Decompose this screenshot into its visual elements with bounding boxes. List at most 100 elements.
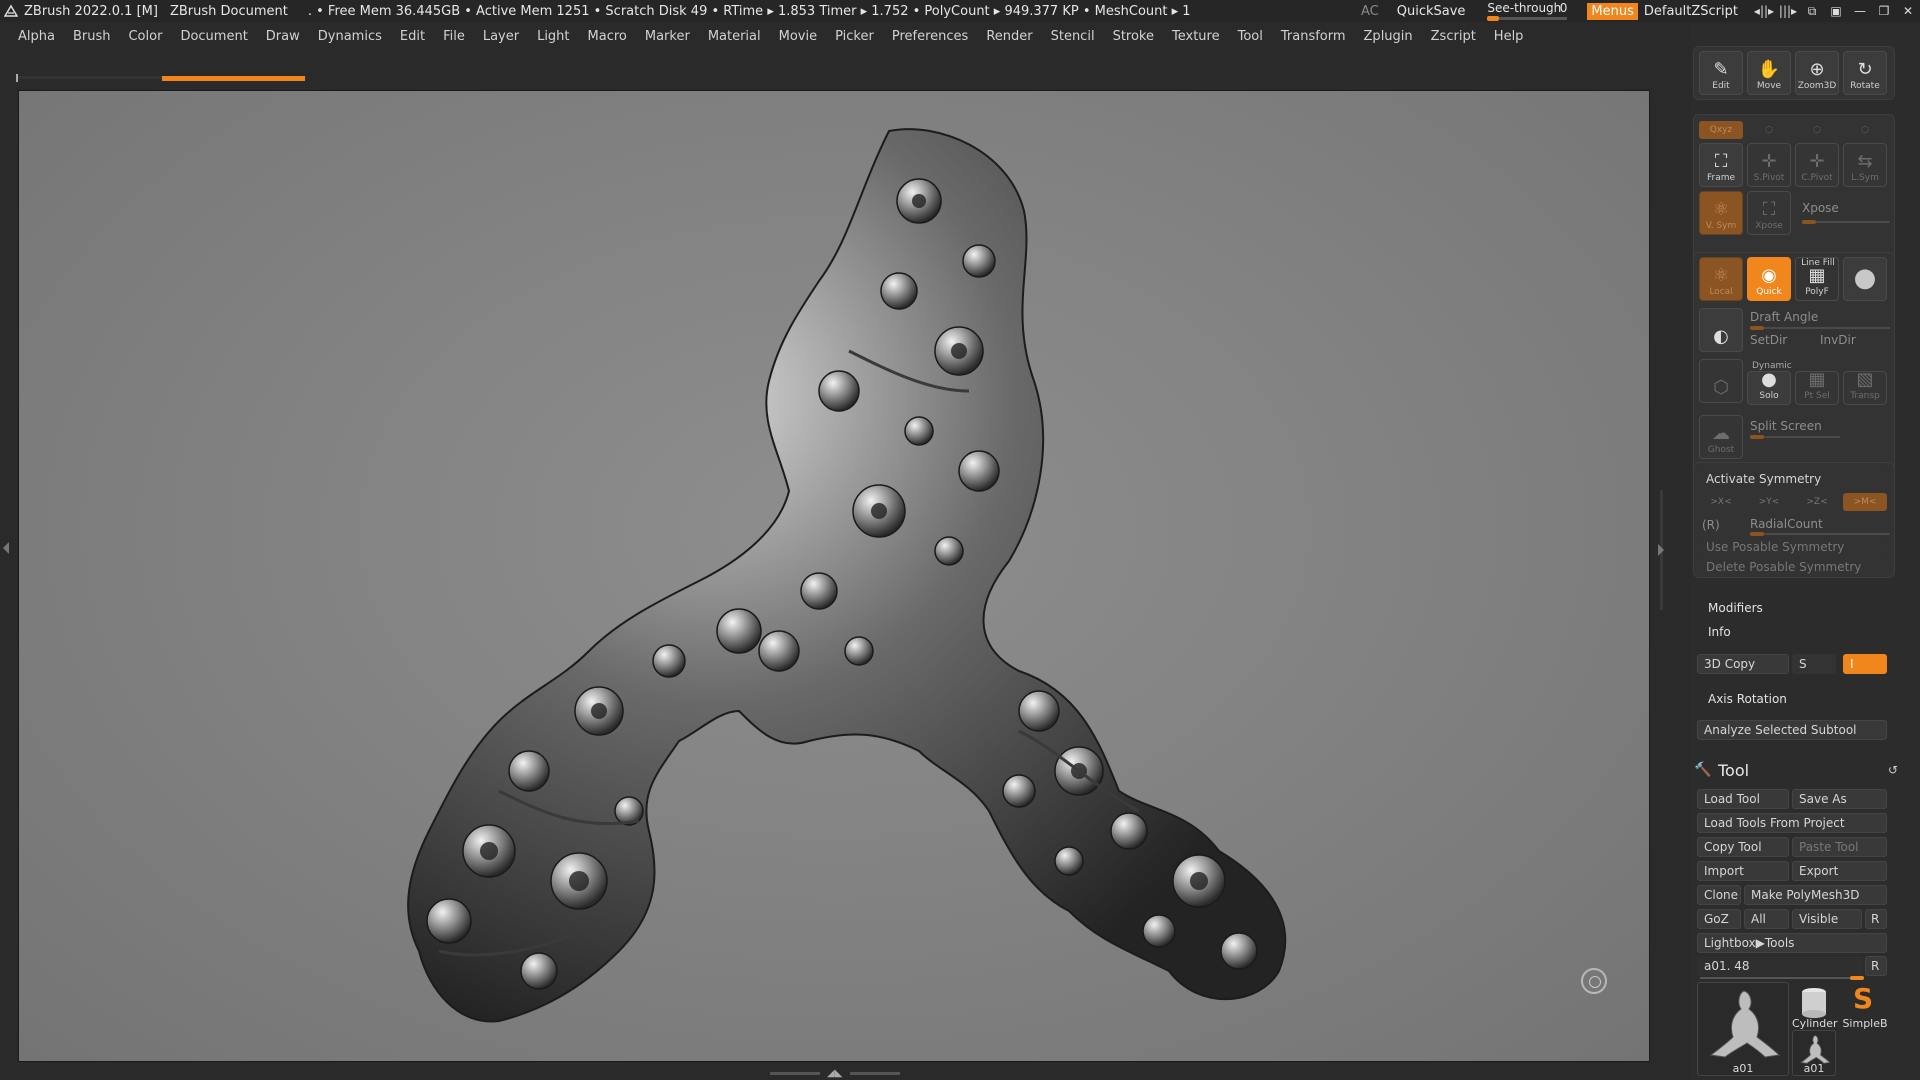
tool-thumb-a01-small[interactable]: a01 (1792, 1030, 1836, 1076)
menu-file[interactable]: File (443, 29, 465, 44)
tool-thumb-a01[interactable]: a01 (1697, 982, 1789, 1076)
xpose-slider-knob[interactable] (1802, 220, 1816, 224)
split-screen-slider[interactable] (1750, 435, 1840, 439)
backface-mask-button[interactable]: ◐ (1699, 308, 1743, 352)
goz-all-button[interactable]: All (1744, 909, 1789, 929)
axis-rotation-section[interactable]: Axis Rotation (1708, 692, 1787, 706)
draft-angle-knob[interactable] (1750, 326, 1764, 330)
menu-macro[interactable]: Macro (588, 29, 627, 44)
menu-tool[interactable]: Tool (1238, 29, 1263, 44)
menus-toggle-button[interactable]: Menus (1587, 2, 1638, 20)
ui-layout-alt-icon[interactable]: |||▸ (1776, 4, 1800, 19)
sym-z-toggle[interactable]: >Z< (1795, 493, 1839, 511)
tool-slider-knob[interactable] (1850, 976, 1864, 980)
left-tray-toggle[interactable] (0, 490, 10, 610)
minimize-icon[interactable]: — (1848, 4, 1872, 19)
tool-palette-header[interactable]: 🔨 Tool ↺ (1690, 757, 1920, 783)
use-posable-symmetry-button[interactable]: Use Posable Symmetry (1699, 537, 1889, 557)
quick-render-button[interactable]: ◉ Quick (1747, 257, 1791, 301)
zoom3d-button[interactable]: ⊕ Zoom3D (1795, 51, 1839, 95)
tool-slider-track[interactable] (1700, 976, 1864, 980)
sym-y-toggle[interactable]: >Y< (1747, 493, 1791, 511)
solo-button[interactable]: ● Solo (1747, 371, 1791, 405)
ghost-button[interactable]: ☁ Ghost (1699, 415, 1743, 459)
lightbox-tools-button[interactable]: Lightbox▶Tools (1697, 933, 1887, 953)
menu-movie[interactable]: Movie (779, 29, 817, 44)
menu-picker[interactable]: Picker (835, 29, 874, 44)
see-through-slider[interactable]: See-through 0 (1487, 0, 1569, 22)
xpose-slider[interactable] (1802, 220, 1890, 224)
ui-layout-icon[interactable]: ◂||▸ (1752, 4, 1776, 19)
maximize-icon[interactable]: ❐ (1872, 4, 1896, 19)
copy-3d-button[interactable]: 3D Copy (1697, 654, 1789, 674)
reset-tool-icon[interactable]: ↺ (1888, 763, 1898, 777)
transp-button[interactable]: ▧ Transp (1843, 371, 1887, 405)
menu-document[interactable]: Document (180, 29, 247, 44)
goz-r-button[interactable]: R (1865, 909, 1887, 929)
radial-count-knob[interactable] (1750, 532, 1764, 536)
export-button[interactable]: Export (1792, 861, 1887, 881)
menu-brush[interactable]: Brush (73, 29, 111, 44)
edit-button[interactable]: ✎ Edit (1699, 51, 1743, 95)
menu-edit[interactable]: Edit (400, 29, 425, 44)
delete-posable-symmetry-button[interactable]: Delete Posable Symmetry (1699, 557, 1889, 577)
cube-view-button[interactable]: ⬡ (1699, 359, 1743, 403)
import-button[interactable]: Import (1697, 861, 1789, 881)
paste-tool-button[interactable]: Paste Tool (1792, 837, 1887, 857)
vsym-button[interactable]: ⚛ V. Sym (1699, 191, 1743, 235)
goz-visible-button[interactable]: Visible (1792, 909, 1862, 929)
menu-light[interactable]: Light (537, 29, 569, 44)
xyz-toggle[interactable]: Qxyz (1699, 121, 1743, 139)
sym-x-toggle[interactable]: >X< (1699, 493, 1743, 511)
info-section[interactable]: Info (1708, 625, 1731, 639)
load-tools-from-project-button[interactable]: Load Tools From Project (1697, 813, 1887, 833)
sym-m-toggle[interactable]: >M< (1843, 493, 1887, 511)
ptsel-button[interactable]: ▦ Pt Sel (1795, 371, 1839, 405)
menu-stroke[interactable]: Stroke (1113, 29, 1154, 44)
xpose-button[interactable]: ⛶ Xpose (1747, 191, 1791, 235)
menu-render[interactable]: Render (986, 29, 1032, 44)
setdir-button[interactable]: SetDir (1750, 333, 1787, 347)
draft-angle-slider[interactable] (1750, 326, 1890, 330)
z-axis-icon[interactable]: ◌ (1843, 121, 1887, 139)
menu-transform[interactable]: Transform (1281, 29, 1346, 44)
menu-help[interactable]: Help (1494, 29, 1524, 44)
restore-layout-icon[interactable]: ▣ (1824, 4, 1848, 19)
rotate-button[interactable]: ↻ Rotate (1843, 51, 1887, 95)
radial-count-slider[interactable] (1750, 532, 1890, 536)
save-as-button[interactable]: Save As (1792, 789, 1887, 809)
menu-zscript[interactable]: Zscript (1431, 29, 1476, 44)
menu-draw[interactable]: Draw (266, 29, 300, 44)
current-tool-slider[interactable]: a01. 48 (1697, 956, 1863, 976)
menu-marker[interactable]: Marker (645, 29, 690, 44)
current-tool-r-button[interactable]: R (1865, 956, 1887, 976)
copy-3d-i-button[interactable]: I (1843, 654, 1887, 674)
tool-thumb-cylinder[interactable]: Cylinder (1792, 982, 1838, 1032)
quicksave-button[interactable]: QuickSave (1397, 4, 1466, 19)
tool-thumb-simpleb[interactable]: S SimpleB (1839, 982, 1891, 1032)
modifiers-section[interactable]: Modifiers (1708, 601, 1763, 615)
see-through-knob[interactable] (1487, 16, 1500, 21)
invdir-button[interactable]: InvDir (1820, 333, 1856, 347)
default-zscript-button[interactable]: DefaultZScript (1644, 4, 1738, 19)
split-screen-knob[interactable] (1750, 435, 1764, 439)
menu-preferences[interactable]: Preferences (892, 29, 968, 44)
menu-stencil[interactable]: Stencil (1051, 29, 1095, 44)
ac-button[interactable]: AC (1361, 4, 1379, 19)
menu-dynamics[interactable]: Dynamics (318, 29, 382, 44)
material-sphere-button[interactable]: ● (1843, 257, 1887, 301)
make-polymesh3d-button[interactable]: Make PolyMesh3D (1744, 885, 1887, 905)
menu-alpha[interactable]: Alpha (18, 29, 55, 44)
radial-r-toggle[interactable]: (R) (1702, 518, 1720, 532)
copy-3d-s-button[interactable]: S (1792, 654, 1836, 674)
mechanical-sculpt-model[interactable] (19, 91, 1651, 1063)
lsym-button[interactable]: ⇆ L.Sym (1843, 143, 1887, 187)
spivot-button[interactable]: ✛ S.Pivot (1747, 143, 1791, 187)
menu-material[interactable]: Material (708, 29, 761, 44)
clone-button[interactable]: Clone (1697, 885, 1741, 905)
close-icon[interactable]: ✕ (1896, 4, 1920, 19)
menu-zplugin[interactable]: Zplugin (1364, 29, 1413, 44)
menu-color[interactable]: Color (128, 29, 162, 44)
viewport-canvas[interactable] (18, 90, 1650, 1062)
bottom-tray-handle[interactable]: ◢◣ (770, 1068, 900, 1079)
